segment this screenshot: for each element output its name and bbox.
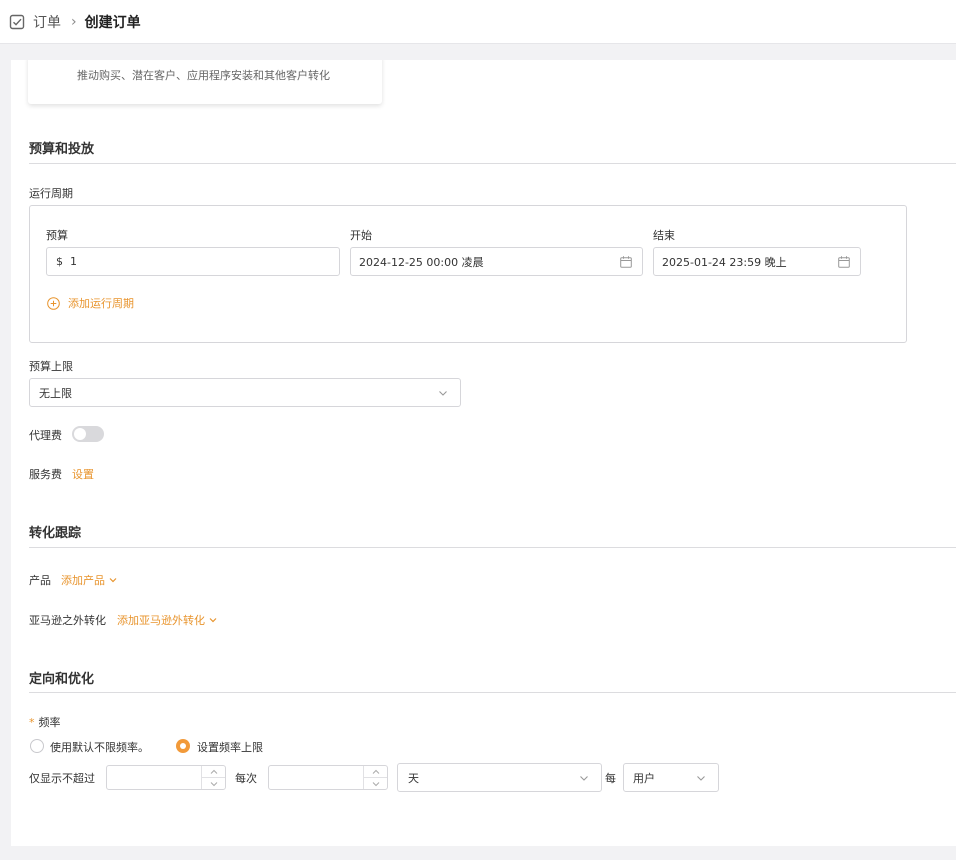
radio-set-frequency-cap[interactable] xyxy=(176,739,190,753)
chevron-up-icon xyxy=(372,769,379,774)
audience-unit-select[interactable]: 用户 xyxy=(623,763,719,792)
radio-set-frequency-cap-label[interactable]: 设置频率上限 xyxy=(197,739,263,755)
budget-label: 预算 xyxy=(46,229,68,242)
add-product-dropdown[interactable]: 添加产品 xyxy=(61,572,117,588)
period-unit-select[interactable]: 天 xyxy=(397,763,602,792)
budget-value: 1 xyxy=(70,255,77,268)
chevron-down-icon xyxy=(580,776,588,781)
end-date-input[interactable]: 2025-01-24 23:59 晚上 xyxy=(653,247,861,276)
show-no-more-label: 仅显示不超过 xyxy=(29,772,95,785)
add-run-period-button[interactable]: 添加运行周期 xyxy=(47,295,134,311)
chevron-down-icon xyxy=(109,578,117,583)
chevron-down-icon xyxy=(439,391,447,396)
breadcrumb-root[interactable]: 订单 xyxy=(33,12,61,32)
radio-default-frequency[interactable] xyxy=(30,739,44,753)
offsite-conversion-label: 亚马逊之外转化 xyxy=(29,614,106,627)
start-date-value: 2024-12-25 00:00 凌晨 xyxy=(359,255,484,269)
currency-symbol: $ xyxy=(56,255,63,268)
chevron-down-icon xyxy=(697,776,705,781)
per-times-label: 每次 xyxy=(235,772,257,785)
required-marker: * xyxy=(29,716,35,729)
stepper-down[interactable] xyxy=(364,777,387,789)
agency-fee-label: 代理费 xyxy=(29,429,62,442)
section-title-targeting: 定向和优化 xyxy=(29,672,95,687)
impressions-stepper[interactable] xyxy=(106,765,226,790)
end-date-value: 2025-01-24 23:59 晚上 xyxy=(662,255,787,269)
toggle-knob xyxy=(74,428,86,440)
checkbox-doc-icon xyxy=(9,14,25,29)
stepper-arrows[interactable] xyxy=(363,766,387,789)
budget-cap-select[interactable]: 无上限 xyxy=(29,378,461,407)
stepper-up[interactable] xyxy=(364,766,387,777)
divider xyxy=(29,692,956,693)
section-title-conversion: 转化跟踪 xyxy=(29,526,82,541)
add-offsite-conversion-dropdown[interactable]: 添加亚马逊外转化 xyxy=(117,612,217,628)
breadcrumb: 订单 › 创建订单 xyxy=(0,0,956,44)
run-period-label: 运行周期 xyxy=(29,187,73,200)
radio-default-frequency-label[interactable]: 使用默认不限频率。 xyxy=(50,739,149,755)
stepper-up[interactable] xyxy=(202,766,225,777)
goal-card-text: 推动购买、潜在客户、应用程序安装和其他客户转化 xyxy=(77,69,330,82)
period-stepper[interactable] xyxy=(268,765,388,790)
chevron-right-icon: › xyxy=(71,13,77,30)
add-run-period-label: 添加运行周期 xyxy=(68,297,134,310)
goal-card[interactable]: 推动购买、潜在客户、应用程序安装和其他客户转化 xyxy=(28,60,382,104)
add-offsite-conversion-label: 添加亚马逊外转化 xyxy=(117,614,205,627)
divider xyxy=(29,547,956,548)
per-label: 每 xyxy=(605,772,616,785)
period-unit-value: 天 xyxy=(408,771,419,785)
budget-cap-value: 无上限 xyxy=(39,386,72,400)
frequency-label: * 频率 xyxy=(29,714,61,730)
chevron-up-icon xyxy=(210,769,217,774)
budget-cap-label: 预算上限 xyxy=(29,360,73,373)
budget-input[interactable]: $ 1 xyxy=(46,247,340,276)
start-label: 开始 xyxy=(350,229,372,242)
frequency-label-text: 频率 xyxy=(38,716,61,729)
start-date-input[interactable]: 2024-12-25 00:00 凌晨 xyxy=(350,247,643,276)
service-fee-set-link[interactable]: 设置 xyxy=(72,466,94,482)
product-label: 产品 xyxy=(29,574,51,587)
chevron-down-icon xyxy=(209,618,217,623)
chevron-down-icon xyxy=(372,781,379,786)
stepper-arrows[interactable] xyxy=(201,766,225,789)
plus-circle-icon xyxy=(47,296,60,310)
calendar-icon[interactable] xyxy=(620,256,632,268)
service-fee-label: 服务费 xyxy=(29,468,62,481)
agency-fee-toggle[interactable] xyxy=(72,426,104,442)
page-title: 创建订单 xyxy=(84,14,141,31)
add-product-label: 添加产品 xyxy=(61,574,105,587)
run-period-box: 预算 $ 1 开始 2024-12-25 00:00 凌晨 结束 2025-01… xyxy=(29,205,907,343)
audience-unit-value: 用户 xyxy=(633,771,655,785)
divider xyxy=(29,163,956,164)
stepper-down[interactable] xyxy=(202,777,225,789)
main-panel: 推动购买、潜在客户、应用程序安装和其他客户转化 预算和投放 运行周期 预算 $ … xyxy=(11,60,956,846)
section-title-budget: 预算和投放 xyxy=(29,142,95,157)
chevron-down-icon xyxy=(210,781,217,786)
calendar-icon[interactable] xyxy=(838,256,850,268)
end-label: 结束 xyxy=(653,229,675,242)
